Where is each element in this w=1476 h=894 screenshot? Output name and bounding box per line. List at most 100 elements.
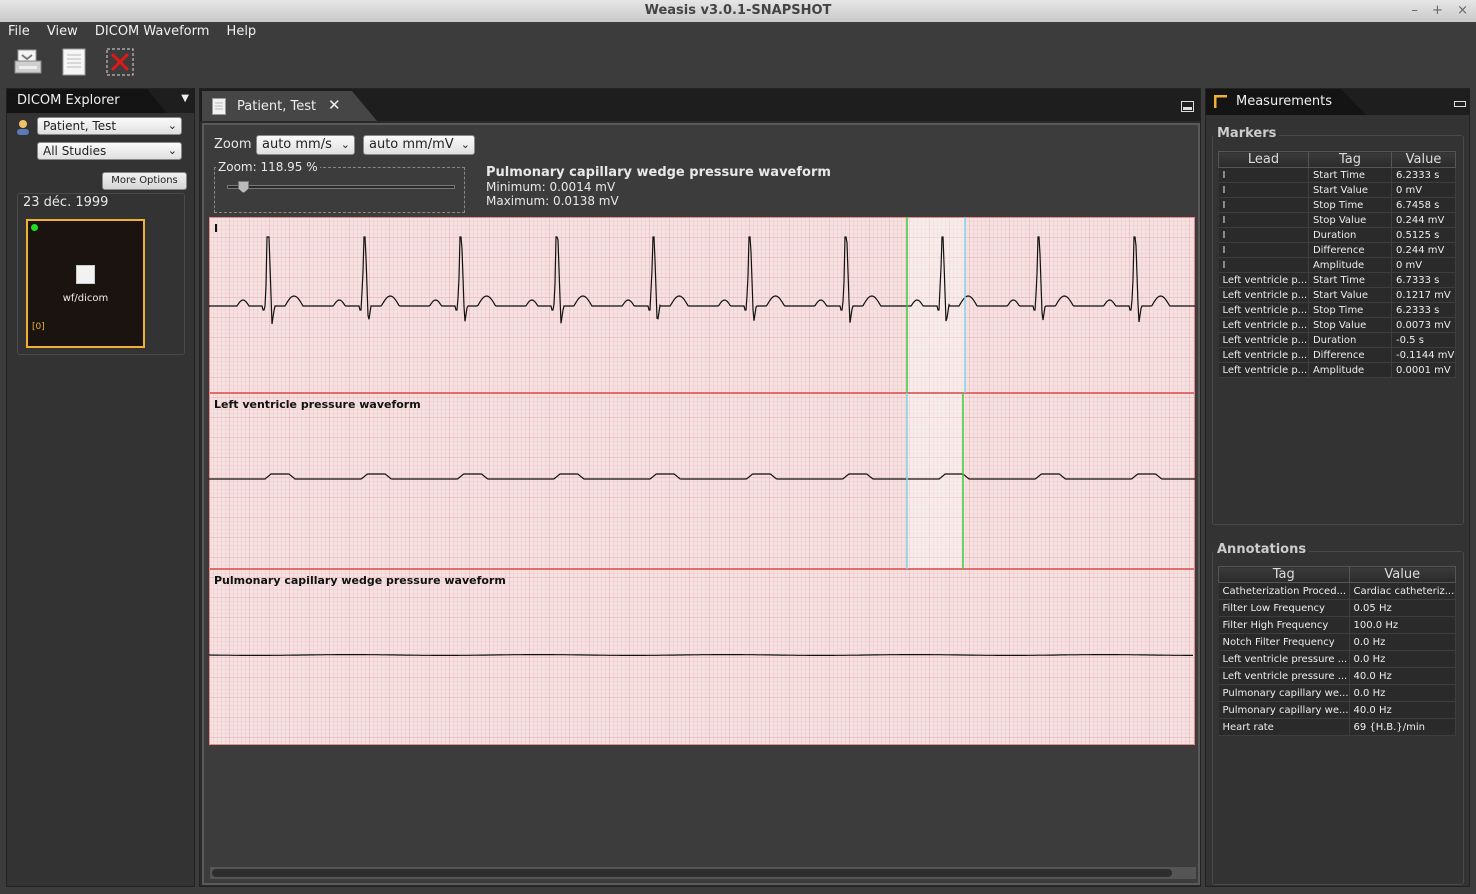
table-cell: I bbox=[1218, 242, 1309, 258]
series-thumbnail[interactable]: wf/dicom [0] bbox=[26, 219, 145, 348]
table-cell: Duration bbox=[1308, 332, 1393, 348]
table-row[interactable]: Heart rate 69 {H.B.}/min bbox=[1218, 718, 1457, 736]
waveform-content: Zoom auto mm/s ⌄ auto mm/mV ⌄ Zoom: 118.95… bbox=[202, 123, 1200, 885]
table-cell: -0.1144 mV bbox=[1391, 347, 1456, 363]
table-row[interactable]: Left ventricle p... Stop Value 0.0073 mV bbox=[1218, 317, 1456, 333]
table-row[interactable]: Filter Low Frequency 0.05 Hz bbox=[1218, 599, 1457, 617]
minimize-panel-icon[interactable] bbox=[1454, 101, 1466, 107]
table-row[interactable]: Left ventricle p... Start Time 6.7333 s bbox=[1218, 272, 1456, 288]
study-date: 23 déc. 1999 bbox=[21, 195, 111, 210]
table-cell: I bbox=[1218, 197, 1309, 213]
zoom-slider-thumb[interactable] bbox=[237, 181, 249, 193]
markers-table[interactable]: Lead Tag Value I Start Time 6.2333 s I Start… bbox=[1218, 151, 1456, 378]
column-header-lead[interactable]: Lead bbox=[1218, 151, 1309, 168]
table-cell: I bbox=[1218, 212, 1309, 228]
zoom-slider-track[interactable] bbox=[227, 185, 455, 189]
table-row[interactable]: Left ventricle p... Amplitude 0.0001 mV bbox=[1218, 362, 1456, 378]
table-row[interactable]: I Stop Time 6.7458 s bbox=[1218, 197, 1456, 213]
explorer-tab[interactable]: DICOM Explorer ▼ bbox=[7, 89, 195, 113]
table-cell: Heart rate bbox=[1218, 718, 1350, 736]
lead-maximum: Maximum: 0.0138 mV bbox=[486, 194, 619, 208]
table-cell: 0.0001 mV bbox=[1391, 362, 1456, 378]
column-header-value[interactable]: Value bbox=[1348, 566, 1457, 583]
table-cell: Catheterization Proced... bbox=[1218, 582, 1350, 600]
table-cell: 6.7458 s bbox=[1391, 197, 1456, 213]
table-row[interactable]: Left ventricle p... Start Value 0.1217 mV bbox=[1218, 287, 1456, 303]
menu-dicom-waveform[interactable]: DICOM Waveform bbox=[90, 24, 215, 39]
table-cell: Left ventricle p... bbox=[1218, 302, 1309, 318]
column-header-tag[interactable]: Tag bbox=[1218, 566, 1350, 583]
table-row[interactable]: Left ventricle p... Difference -0.1144 mV bbox=[1218, 347, 1456, 363]
patient-select[interactable]: Patient, Test ⌄ bbox=[37, 117, 182, 135]
studies-select[interactable]: All Studies ⌄ bbox=[37, 142, 182, 160]
scrollbar-thumb[interactable] bbox=[212, 869, 1172, 877]
table-cell: 0.0073 mV bbox=[1391, 317, 1456, 333]
chevron-down-icon: ⌄ bbox=[167, 119, 177, 132]
table-row[interactable]: Catheterization Proced... Cardiac cathete… bbox=[1218, 582, 1457, 600]
title-bar: Weasis v3.0.1-SNAPSHOT – + × bbox=[0, 0, 1476, 22]
table-cell: Left ventricle pressure ... bbox=[1218, 667, 1350, 685]
close-button[interactable]: × bbox=[1457, 3, 1468, 18]
table-row[interactable]: Notch Filter Frequency 0.0 Hz bbox=[1218, 633, 1457, 651]
viewer-tabbar: Patient, Test ✕ bbox=[200, 89, 1200, 121]
print-icon[interactable] bbox=[13, 47, 43, 77]
table-cell: Left ventricle p... bbox=[1218, 362, 1309, 378]
chevron-down-icon: ⌄ bbox=[460, 138, 470, 151]
menu-file[interactable]: File bbox=[3, 24, 35, 39]
chevron-down-icon[interactable]: ▼ bbox=[181, 93, 189, 104]
table-cell: 100.0 Hz bbox=[1349, 616, 1457, 634]
minimize-panel-icon[interactable] bbox=[1181, 101, 1194, 112]
close-icon[interactable]: ✕ bbox=[328, 96, 341, 114]
menu-help[interactable]: Help bbox=[222, 24, 262, 39]
table-row[interactable]: I Start Time 6.2333 s bbox=[1218, 167, 1456, 183]
table-cell: 69 {H.B.}/min bbox=[1349, 718, 1457, 736]
table-row[interactable]: I Stop Value 0.244 mV bbox=[1218, 212, 1456, 228]
annotations-table[interactable]: Tag Value Catheterization Proced... Cardi… bbox=[1218, 566, 1457, 736]
table-row[interactable]: I Start Value 0 mV bbox=[1218, 182, 1456, 198]
table-cell: Start Time bbox=[1308, 167, 1393, 183]
table-cell: 0.244 mV bbox=[1391, 242, 1456, 258]
column-header-tag[interactable]: Tag bbox=[1307, 151, 1393, 168]
table-cell: 0.05 Hz bbox=[1349, 599, 1457, 617]
measure-icon bbox=[1214, 95, 1227, 108]
table-cell: I bbox=[1218, 257, 1309, 273]
table-row[interactable]: I Difference 0.244 mV bbox=[1218, 242, 1456, 258]
document-icon[interactable] bbox=[59, 47, 89, 77]
table-row[interactable]: Left ventricle p... Stop Time 6.2333 s bbox=[1218, 302, 1456, 318]
zoom-time-select[interactable]: auto mm/s ⌄ bbox=[256, 135, 355, 155]
table-row[interactable]: Left ventricle pressure ... 0.0 Hz bbox=[1218, 650, 1457, 668]
minimize-button[interactable]: – bbox=[1411, 3, 1418, 18]
tab-patient-test[interactable]: Patient, Test ✕ bbox=[202, 91, 377, 121]
zoom-amplitude-select[interactable]: auto mm/mV ⌄ bbox=[363, 135, 475, 155]
menu-view[interactable]: View bbox=[42, 24, 83, 39]
table-cell: Left ventricle pressure ... bbox=[1218, 650, 1350, 668]
table-row[interactable]: Pulmonary capillary we... 40.0 Hz bbox=[1218, 701, 1457, 719]
table-cell: Filter Low Frequency bbox=[1218, 599, 1350, 617]
lead-label-lv: Left ventricle pressure waveform bbox=[214, 398, 421, 411]
waveform-plot[interactable]: I Left ventricle pressure waveform Pulmo… bbox=[208, 217, 1195, 745]
table-cell: 6.7333 s bbox=[1391, 272, 1456, 288]
chevron-down-icon: ⌄ bbox=[167, 144, 177, 157]
waveform-canvas[interactable]: I Left ventricle pressure waveform Pulmo… bbox=[208, 217, 1195, 745]
table-row[interactable]: Left ventricle p... Duration -0.5 s bbox=[1218, 332, 1456, 348]
lead-info: Pulmonary capillary wedge pressure wavef… bbox=[486, 165, 831, 208]
measurements-tab[interactable]: Measurements bbox=[1206, 89, 1470, 115]
table-cell: Left ventricle p... bbox=[1218, 287, 1309, 303]
table-row[interactable]: I Duration 0.5125 s bbox=[1218, 227, 1456, 243]
table-row[interactable]: Pulmonary capillary we... 0.0 Hz bbox=[1218, 684, 1457, 702]
table-cell: 0 mV bbox=[1391, 257, 1456, 273]
more-options-button[interactable]: More Options bbox=[102, 172, 187, 190]
table-row[interactable]: Left ventricle pressure ... 40.0 Hz bbox=[1218, 667, 1457, 685]
column-header-value[interactable]: Value bbox=[1391, 151, 1456, 168]
table-row[interactable]: I Amplitude 0 mV bbox=[1218, 257, 1456, 273]
table-cell: Notch Filter Frequency bbox=[1218, 633, 1350, 651]
close-all-icon[interactable] bbox=[105, 47, 135, 77]
table-row[interactable]: Filter High Frequency 100.0 Hz bbox=[1218, 616, 1457, 634]
waveform-icon bbox=[76, 265, 95, 284]
table-cell: Left ventricle p... bbox=[1218, 317, 1309, 333]
table-cell: Left ventricle p... bbox=[1218, 332, 1309, 348]
annotations-label: Annotations bbox=[1214, 542, 1310, 557]
explorer-title: DICOM Explorer bbox=[7, 89, 167, 113]
horizontal-scrollbar[interactable] bbox=[210, 867, 1196, 879]
maximize-button[interactable]: + bbox=[1432, 3, 1443, 18]
